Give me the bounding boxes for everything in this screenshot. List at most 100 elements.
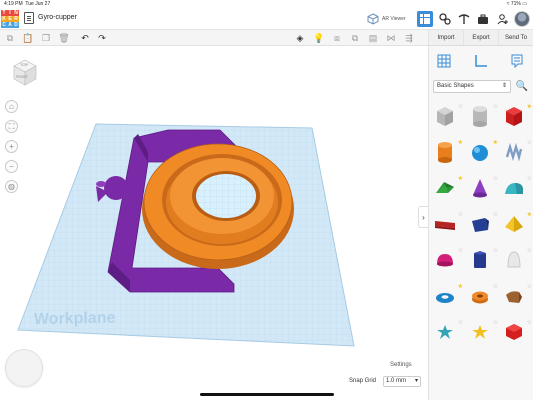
favorite-star-icon[interactable]: ★	[458, 139, 463, 146]
favorite-star-icon[interactable]: ☆	[458, 211, 463, 218]
shape-torus[interactable]: ★	[432, 283, 463, 313]
light-bulb-icon[interactable]: 💡	[313, 32, 325, 44]
favorite-star-icon[interactable]: ☆	[493, 211, 498, 218]
favorite-star-icon[interactable]: ★	[527, 211, 532, 218]
shape-roof[interactable]: ★	[432, 175, 463, 205]
blocks-button[interactable]	[437, 11, 453, 27]
ortho-view-button[interactable]: ◍	[5, 180, 18, 193]
shape-box-striped[interactable]: ☆	[432, 103, 463, 133]
mirror-icon[interactable]: ⋈	[385, 32, 397, 44]
orange-gyro-rings[interactable]	[142, 143, 294, 269]
workplane-label: Workplane	[34, 310, 116, 328]
shape-category-select[interactable]: Basic Shapes ⇕	[433, 80, 511, 93]
notes-icon[interactable]: ◈	[294, 32, 306, 44]
shape-sphere[interactable]: ★	[467, 139, 498, 169]
shape-cylinder[interactable]: ★	[432, 139, 463, 169]
favorite-star-icon[interactable]: ☆	[493, 103, 498, 110]
favorite-star-icon[interactable]: ☆	[493, 175, 498, 182]
grid-icon	[420, 14, 430, 24]
design-title[interactable]: Gyro-cupper	[38, 14, 77, 21]
favorite-star-icon[interactable]: ★	[458, 283, 463, 290]
shape-generator[interactable]: ☆	[501, 283, 532, 313]
delete-icon[interactable]: 🗑	[58, 32, 70, 44]
shape-icosahedron[interactable]: ☆	[501, 319, 532, 349]
chevron-down-icon: ▾	[414, 378, 418, 384]
favorite-star-icon[interactable]: ☆	[458, 319, 463, 326]
collapse-panel-button[interactable]: ›	[418, 206, 428, 228]
favorite-star-icon[interactable]: ★	[493, 139, 498, 146]
workplane-icon	[437, 54, 451, 68]
import-button[interactable]: Import	[428, 30, 463, 45]
3d-workspace[interactable]: Workplane TOP FRONT ⌂ ⛶ + − ◍ Settings S…	[0, 46, 428, 400]
user-avatar[interactable]	[514, 11, 530, 27]
add-user-button[interactable]	[495, 11, 511, 27]
3d-view-button[interactable]	[417, 11, 433, 27]
shape-box[interactable]: ★	[501, 103, 532, 133]
home-view-button[interactable]: ⌂	[5, 100, 18, 113]
favorite-star-icon[interactable]: ☆	[527, 247, 532, 254]
fit-view-button[interactable]: ⛶	[5, 120, 18, 133]
shape-polygon[interactable]: ☆	[467, 247, 498, 277]
favorite-star-icon[interactable]: ☆	[458, 103, 463, 110]
paste-icon[interactable]: 📋	[22, 32, 34, 44]
zoom-in-button[interactable]: +	[5, 140, 18, 153]
shape-pyramid[interactable]: ★	[501, 211, 532, 241]
shape-round-roof[interactable]: ☆	[501, 175, 532, 205]
align-icon[interactable]: ▤	[367, 32, 379, 44]
navy-wedge-icon	[472, 218, 489, 232]
shape-scribble[interactable]: ☆	[501, 139, 532, 169]
orbit-control[interactable]	[5, 349, 43, 387]
redo-icon[interactable]: ↷	[96, 32, 108, 44]
shape-cylinder-striped[interactable]: ☆	[467, 103, 498, 133]
shape-star-yellow[interactable]: ☆	[467, 319, 498, 349]
favorite-star-icon[interactable]: ☆	[527, 139, 532, 146]
briefcase-button[interactable]	[475, 11, 491, 27]
home-indicator[interactable]	[200, 393, 334, 396]
grid-view-tab[interactable]	[435, 52, 453, 70]
shape-category-value: Basic Shapes	[437, 83, 474, 89]
status-time: 4:19 PM Tue Jun 27	[4, 1, 51, 7]
group-icon[interactable]: ⧈	[331, 32, 343, 44]
view-cube-top: TOP	[20, 62, 29, 67]
zoom-out-button[interactable]: −	[5, 160, 18, 173]
favorite-star-icon[interactable]: ☆	[493, 247, 498, 254]
export-button[interactable]: Export	[463, 30, 498, 45]
favorite-star-icon[interactable]: ☆	[458, 247, 463, 254]
shape-text[interactable]: ☆	[432, 211, 463, 241]
snap-grid-select[interactable]: 1.0 mm ▾	[383, 376, 421, 387]
shape-half-sphere[interactable]: ☆	[432, 247, 463, 277]
shape-star[interactable]: ☆	[432, 319, 463, 349]
undo-icon[interactable]: ↶	[79, 32, 91, 44]
ungroup-icon[interactable]: ⧉	[349, 32, 361, 44]
perspective-icon: ◍	[8, 182, 15, 191]
notes-tab[interactable]	[508, 52, 526, 70]
copy-icon[interactable]: ⧉	[4, 32, 16, 44]
magenta-half-sphere-icon	[437, 254, 453, 267]
workplane-scene[interactable]: Workplane	[0, 46, 428, 400]
shape-tube[interactable]: ☆	[467, 283, 498, 313]
send-to-button[interactable]: Send To	[498, 30, 533, 45]
cruise-icon[interactable]: ⇶	[403, 32, 415, 44]
favorite-star-icon[interactable]: ★	[458, 175, 463, 182]
shape-cone[interactable]: ☆	[467, 175, 498, 205]
favorite-star-icon[interactable]: ☆	[527, 175, 532, 182]
view-cube[interactable]: TOP FRONT	[12, 58, 38, 86]
bricks-button[interactable]	[456, 11, 472, 27]
favorite-star-icon[interactable]: ☆	[527, 283, 532, 290]
teal-round-roof-icon	[505, 183, 523, 194]
favorite-star-icon[interactable]: ☆	[493, 319, 498, 326]
shape-paraboloid[interactable]: ☆	[501, 247, 532, 277]
ar-viewer-button[interactable]: AR Viewer	[367, 12, 406, 26]
favorite-star-icon[interactable]: ☆	[527, 319, 532, 326]
favorite-star-icon[interactable]: ☆	[493, 283, 498, 290]
ruler-tab[interactable]	[472, 52, 490, 70]
tinkercad-logo[interactable]: T I N K E R C A D	[1, 10, 19, 28]
shape-wedge[interactable]: ☆	[467, 211, 498, 241]
home-icon: ⌂	[9, 102, 14, 111]
duplicate-icon[interactable]: ❐	[40, 32, 52, 44]
blue-torus-icon	[436, 293, 454, 303]
search-button[interactable]: 🔍	[515, 79, 529, 93]
design-list-icon[interactable]	[24, 12, 34, 24]
settings-button[interactable]: Settings	[390, 362, 412, 368]
favorite-star-icon[interactable]: ★	[527, 103, 532, 110]
